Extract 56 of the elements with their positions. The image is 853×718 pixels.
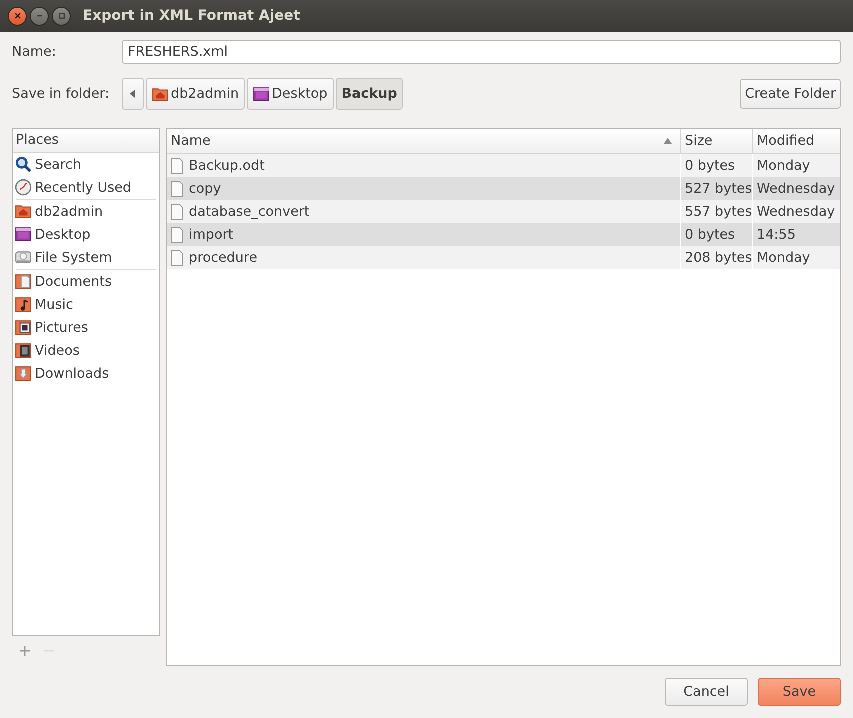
documents-folder-icon [15, 273, 32, 290]
place-item[interactable]: File System [13, 246, 159, 269]
file-icon [171, 226, 183, 242]
drive-icon [15, 249, 32, 266]
file-size-cell: 208 bytes [681, 246, 753, 269]
cancel-button[interactable]: Cancel [665, 678, 748, 706]
search-icon [15, 156, 32, 173]
place-item[interactable]: Pictures [13, 316, 159, 339]
maximize-icon [58, 12, 66, 20]
name-label: Name: [12, 44, 58, 60]
create-folder-button[interactable]: Create Folder [740, 79, 841, 109]
place-item[interactable]: Desktop [13, 223, 159, 246]
file-name-cell[interactable]: procedure [167, 246, 681, 269]
column-header[interactable]: Size [681, 129, 753, 153]
close-icon [14, 12, 22, 20]
folder-label: Save in folder: [12, 86, 111, 102]
left-arrow-icon [130, 90, 136, 98]
file-modified-cell-text: Wednesday [756, 180, 836, 198]
path-back-button[interactable] [122, 78, 144, 110]
close-button[interactable] [8, 6, 27, 26]
home-folder-icon [15, 203, 32, 220]
window-title: Export in XML Format Ajeet [83, 8, 300, 24]
file-modified-cell-text: 14:55 [756, 226, 797, 244]
file-icon [171, 158, 183, 174]
name-field[interactable]: FRESHERS.xml [122, 40, 841, 64]
downloads-folder-icon [15, 365, 32, 382]
add-bookmark-button[interactable] [20, 646, 30, 656]
file-modified-cell-text: Wednesday [756, 202, 836, 222]
videos-folder-icon [15, 342, 32, 359]
home-folder-icon [152, 86, 169, 102]
place-item[interactable]: Music [13, 293, 159, 316]
music-folder-icon [15, 296, 32, 313]
maximize-button[interactable] [52, 6, 71, 26]
column-header[interactable]: Modified [753, 129, 840, 153]
file-icon [171, 250, 183, 266]
path-button[interactable]: Desktop [247, 78, 334, 110]
place-item[interactable]: Downloads [13, 362, 159, 385]
place-item[interactable]: Recently Used [13, 176, 159, 199]
path-button[interactable]: db2admin [146, 78, 246, 110]
file-modified-cell-text: Monday [756, 248, 812, 268]
file-icon [171, 204, 183, 220]
column-header[interactable]: Name [167, 129, 681, 153]
file-modified-cell-text: Monday [756, 156, 812, 176]
path-button[interactable]: Backup [336, 78, 404, 110]
plus-icon [20, 646, 30, 656]
minimize-button[interactable] [30, 6, 49, 26]
desktop-icon [15, 226, 32, 243]
desktop-icon [253, 86, 270, 102]
save-button[interactable]: Save [758, 678, 841, 706]
file-icon [171, 180, 183, 196]
place-item[interactable]: Search [13, 153, 159, 176]
place-item[interactable]: db2admin [13, 200, 159, 223]
pictures-folder-icon [15, 319, 32, 336]
place-item[interactable]: Documents [13, 270, 159, 293]
place-item[interactable]: Videos [13, 339, 159, 362]
clock-icon [15, 179, 32, 196]
